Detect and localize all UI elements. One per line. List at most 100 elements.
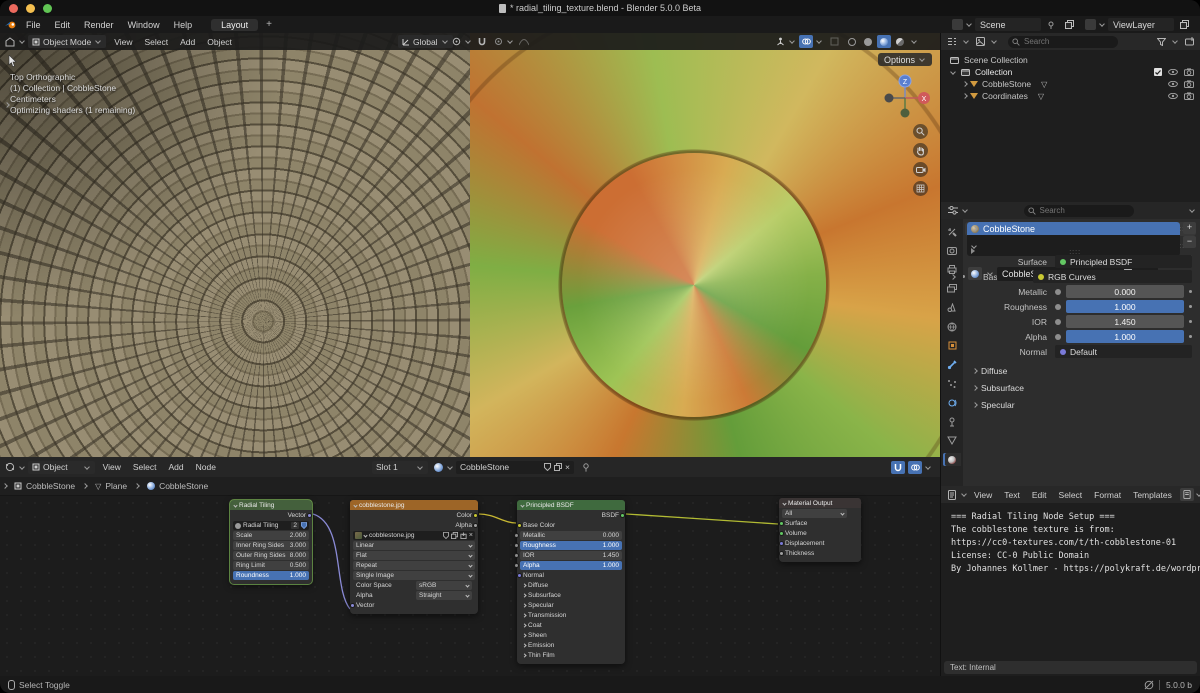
vp-menu-add[interactable]: Add xyxy=(174,37,201,47)
socket-bsdf-out[interactable] xyxy=(620,513,625,518)
field-roughness[interactable]: Roughness1.000 xyxy=(520,541,622,550)
node-image-texture[interactable]: cobblestone.jpg Color Alpha cobblestone.… xyxy=(350,500,478,614)
scene-tab[interactable] xyxy=(943,301,961,314)
text-editor[interactable]: View Text Edit Select Format Templates R… xyxy=(941,486,1200,676)
row-label[interactable]: Collection xyxy=(975,67,1012,77)
row-label[interactable]: Scene Collection xyxy=(964,55,1028,65)
xray-icon[interactable] xyxy=(827,35,841,48)
socket-alpha-in[interactable] xyxy=(514,563,519,568)
image-datablock-selector[interactable]: cobblestone.jpg × xyxy=(353,531,475,540)
ne-menu-node[interactable]: Node xyxy=(190,462,222,472)
socket-color-out[interactable] xyxy=(473,513,478,518)
source-dropdown[interactable]: Single Image xyxy=(353,571,475,580)
constraints-tab[interactable] xyxy=(943,415,961,428)
add-slot-button[interactable]: + xyxy=(1183,222,1196,234)
object-tab[interactable] xyxy=(943,339,961,352)
render-tab[interactable] xyxy=(943,244,961,257)
shader-editor[interactable]: Object View Select Add Node Slot 1 Cobbl… xyxy=(0,457,940,676)
panel-specular[interactable]: Specular xyxy=(520,601,622,610)
panel-diffuse[interactable]: Diffuse xyxy=(520,581,622,590)
disable-render-camera-icon[interactable] xyxy=(1184,68,1194,76)
material-slot-list[interactable]: CobbleStone :::: xyxy=(967,222,1180,256)
new-scene-icon[interactable] xyxy=(1062,18,1076,31)
shader-type-dropdown[interactable]: Object xyxy=(28,461,95,474)
menu-render[interactable]: Render xyxy=(77,20,121,30)
alpha-mode-dropdown[interactable]: Straight xyxy=(416,591,472,600)
snapping-icon[interactable] xyxy=(891,461,905,474)
socket-metallic-in[interactable] xyxy=(514,533,519,538)
socket-displacement-in[interactable] xyxy=(779,541,784,546)
extension-dropdown[interactable]: Repeat xyxy=(353,561,475,570)
specular-panel-header[interactable]: Specular xyxy=(965,398,1196,412)
subsurface-panel-header[interactable]: Subsurface xyxy=(965,381,1196,395)
ior-slider[interactable]: 1.450 xyxy=(1066,315,1184,328)
filter-icon[interactable] xyxy=(1154,35,1168,48)
metallic-slider[interactable]: 0.000 xyxy=(1066,285,1184,298)
target-dropdown[interactable]: All xyxy=(782,509,847,518)
hide-eye-icon[interactable] xyxy=(1168,69,1178,75)
view-layer-tab[interactable] xyxy=(943,282,961,295)
close-button[interactable] xyxy=(9,4,18,13)
modifiers-tab[interactable] xyxy=(943,358,961,371)
shading-solid-icon[interactable] xyxy=(861,35,875,48)
tool-tab[interactable] xyxy=(943,225,961,238)
base-color-dropdown[interactable]: RGB Curves xyxy=(1033,270,1192,283)
shading-wireframe-icon[interactable] xyxy=(845,35,859,48)
pack-icon[interactable] xyxy=(460,532,467,539)
copy-icon[interactable] xyxy=(451,532,458,539)
panel-sheen[interactable]: Sheen xyxy=(520,631,622,640)
breadcrumb-object[interactable]: CobbleStone xyxy=(26,481,75,491)
data-tab[interactable] xyxy=(943,434,961,447)
socket-vector-in[interactable] xyxy=(350,603,355,608)
gizmos-toggle-icon[interactable] xyxy=(773,35,787,48)
socket-roughness-in[interactable] xyxy=(514,543,519,548)
text-editor-icon[interactable] xyxy=(945,488,959,501)
color-space-dropdown[interactable]: sRGB xyxy=(416,581,472,590)
vp-menu-object[interactable]: Object xyxy=(201,37,238,47)
world-tab[interactable] xyxy=(943,320,961,333)
panel-subsurface[interactable]: Subsurface xyxy=(520,591,622,600)
field-metallic[interactable]: Metallic0.000 xyxy=(520,531,622,540)
options-button[interactable]: Options xyxy=(878,53,932,66)
outliner-row-cobblestone[interactable]: CobbleStone ▽ xyxy=(941,78,1200,90)
pan-hand-icon[interactable] xyxy=(913,143,928,158)
properties-search-input[interactable] xyxy=(1024,205,1134,217)
orientation-dropdown[interactable]: Global xyxy=(398,35,453,48)
te-menu-text[interactable]: Text xyxy=(998,490,1026,500)
physics-tab[interactable] xyxy=(943,396,961,409)
te-menu-edit[interactable]: Edit xyxy=(1026,490,1053,500)
navigation-gizmo[interactable]: Z X xyxy=(878,71,932,125)
remove-slot-button[interactable]: − xyxy=(1183,236,1196,248)
panel-emission[interactable]: Emission xyxy=(520,641,622,650)
interpolation-dropdown[interactable]: Linear xyxy=(353,541,475,550)
outliner[interactable]: Scene Collection Collection CobbleStone … xyxy=(941,33,1200,202)
slot-specials-icon[interactable] xyxy=(971,248,975,254)
viewport-editor-icon[interactable] xyxy=(3,35,17,48)
viewport-3d[interactable]: Object Mode View Select Add Object Globa… xyxy=(0,33,940,457)
field-ior[interactable]: IOR1.450 xyxy=(520,551,622,560)
material-slot-name[interactable]: CobbleStone xyxy=(983,224,1035,234)
pin-icon[interactable] xyxy=(1044,18,1058,31)
falloff-icon[interactable] xyxy=(517,35,531,48)
workspace-tab-layout[interactable]: Layout xyxy=(211,19,258,31)
outliner-row-scene-collection[interactable]: Scene Collection xyxy=(941,54,1200,66)
field-alpha[interactable]: Alpha1.000 xyxy=(520,561,622,570)
socket-surface-in[interactable] xyxy=(779,521,784,526)
disable-render-camera-icon[interactable] xyxy=(1184,80,1194,88)
unlink-x-icon[interactable]: × xyxy=(565,462,570,472)
material-browse-icon[interactable] xyxy=(968,267,982,280)
particles-tab[interactable] xyxy=(943,377,961,390)
fake-user-shield-icon[interactable] xyxy=(443,532,449,539)
ortho-grid-icon[interactable] xyxy=(913,181,928,196)
magnet-icon[interactable] xyxy=(475,35,489,48)
breadcrumb-material[interactable]: CobbleStone xyxy=(159,481,208,491)
snap-target-icon[interactable] xyxy=(449,35,463,48)
node-group-selector[interactable]: Radial Tiling 2 xyxy=(233,521,309,530)
shader-editor-icon[interactable] xyxy=(3,461,17,474)
node-canvas[interactable]: Radial Tiling Vector Radial Tiling 2 Sca… xyxy=(0,496,940,676)
menu-help[interactable]: Help xyxy=(167,20,200,30)
properties-editor-icon[interactable] xyxy=(946,204,960,217)
ne-menu-add[interactable]: Add xyxy=(162,462,189,472)
fake-user-shield-icon[interactable] xyxy=(544,463,551,471)
vp-menu-view[interactable]: View xyxy=(108,37,138,47)
